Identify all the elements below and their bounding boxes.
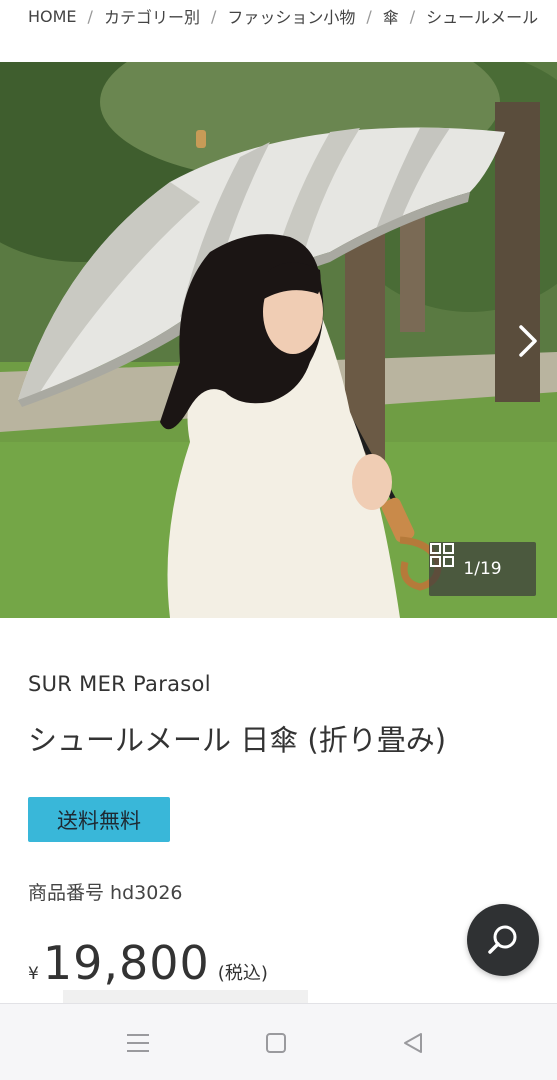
- product-image-gallery[interactable]: 1/19: [0, 62, 557, 618]
- breadcrumb-category[interactable]: カテゴリー別: [104, 4, 200, 28]
- system-navigation-bar: [0, 1003, 557, 1080]
- gallery-next-button[interactable]: [517, 324, 545, 360]
- gallery-counter-text: 1/19: [463, 559, 502, 579]
- breadcrumb-home[interactable]: HOME: [28, 7, 77, 26]
- chevron-right-icon: [519, 325, 537, 357]
- breadcrumb-separator: /: [210, 6, 217, 26]
- back-triangle-icon: [404, 1033, 422, 1053]
- price-tax-note: (税込): [217, 963, 268, 984]
- product-photo: [0, 62, 557, 618]
- gallery-counter[interactable]: 1/19: [429, 542, 536, 596]
- search-button[interactable]: [467, 904, 539, 976]
- home-square-icon: [266, 1033, 286, 1053]
- grid-icon: [430, 543, 454, 567]
- breadcrumb-current: シュールメール: [426, 8, 539, 27]
- product-brand: SUR MER Parasol: [28, 672, 211, 696]
- recent-apps-button[interactable]: [123, 1028, 153, 1058]
- menu-icon: [127, 1034, 149, 1052]
- product-sku: 商品番号 hd3026: [28, 882, 183, 904]
- home-button[interactable]: [261, 1028, 291, 1058]
- breadcrumb: HOME / カテゴリー別 / ファッション小物 / 傘 / シュールメール: [0, 0, 557, 32]
- price-amount: 19,800: [42, 936, 210, 990]
- product-title: シュールメール 日傘 (折り畳み): [28, 723, 447, 757]
- product-price: ¥ 19,800 (税込): [28, 936, 268, 990]
- price-divider: [63, 990, 308, 1004]
- free-shipping-badge: 送料無料: [28, 797, 170, 842]
- back-button[interactable]: [398, 1028, 428, 1058]
- breadcrumb-separator: /: [366, 6, 372, 26]
- search-icon: [488, 925, 517, 954]
- breadcrumb-separator: /: [409, 6, 416, 26]
- price-currency: ¥: [28, 964, 39, 984]
- breadcrumb-fashion-accessories[interactable]: ファッション小物: [227, 4, 355, 28]
- breadcrumb-umbrella[interactable]: 傘: [383, 4, 399, 28]
- breadcrumb-separator: /: [87, 6, 93, 26]
